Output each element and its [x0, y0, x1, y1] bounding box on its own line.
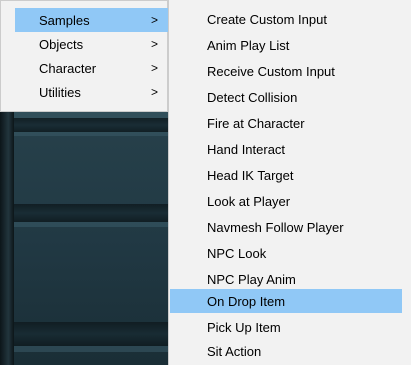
submenu-item-fire-at-character[interactable]: Fire at Character — [170, 111, 402, 135]
submenu-arrow-icon: > — [151, 37, 159, 51]
scene-band — [0, 322, 168, 346]
submenu-item-head-ik-target[interactable]: Head IK Target — [170, 163, 402, 187]
submenu-item-label: Look at Player — [207, 193, 291, 209]
submenu-item-navmesh-follow-player[interactable]: Navmesh Follow Player — [170, 215, 402, 239]
submenu-arrow-icon: > — [151, 85, 159, 99]
submenu-item-npc-look[interactable]: NPC Look — [170, 241, 402, 265]
submenu-item-label: Anim Play List — [207, 37, 290, 53]
submenu-item-detect-collision[interactable]: Detect Collision — [170, 85, 402, 109]
scene-highlight — [0, 346, 168, 352]
submenu-item-label: Receive Custom Input — [207, 63, 335, 79]
submenu-item-create-custom-input[interactable]: Create Custom Input — [170, 7, 402, 31]
scene-band — [0, 204, 168, 222]
submenu-item-label: Create Custom Input — [207, 11, 327, 27]
menu-item-label: Character — [39, 60, 97, 76]
menu-item-utilities[interactable]: Utilities > — [15, 80, 168, 104]
app-root: Samples > Objects > Character > Utilitie… — [0, 0, 411, 365]
scene-band — [0, 118, 168, 132]
scene-viewport — [0, 112, 168, 365]
submenu-item-anim-play-list[interactable]: Anim Play List — [170, 33, 402, 57]
submenu-item-npc-play-anim[interactable]: NPC Play Anim — [170, 267, 402, 291]
submenu-item-pick-up-item[interactable]: Pick Up Item — [170, 315, 402, 339]
menu-item-objects[interactable]: Objects > — [15, 32, 168, 56]
submenu-arrow-icon: > — [151, 61, 159, 75]
menu-item-label: Samples — [39, 12, 90, 28]
scene-highlight — [0, 132, 168, 136]
submenu-item-hand-interact[interactable]: Hand Interact — [170, 137, 402, 161]
scene-highlight — [0, 222, 168, 227]
submenu-item-sit-action[interactable]: Sit Action — [170, 339, 402, 363]
menu-item-character[interactable]: Character > — [15, 56, 168, 80]
submenu-item-label: Sit Action — [207, 343, 262, 359]
submenu-arrow-icon: > — [151, 13, 159, 27]
submenu-item-label: Head IK Target — [207, 167, 294, 183]
submenu-item-label: NPC Play Anim — [207, 271, 296, 287]
submenu-item-label: Fire at Character — [207, 115, 305, 131]
menu-item-samples[interactable]: Samples > — [15, 8, 168, 32]
menu-item-label: Objects — [39, 36, 84, 52]
submenu-item-look-at-player[interactable]: Look at Player — [170, 189, 402, 213]
submenu-item-label: On Drop Item — [207, 293, 286, 309]
submenu-item-label: NPC Look — [207, 245, 267, 261]
scene-post — [0, 112, 14, 365]
submenu-item-receive-custom-input[interactable]: Receive Custom Input — [170, 59, 402, 83]
samples-submenu: Create Custom Input Anim Play List Recei… — [168, 0, 411, 365]
submenu-item-label: Pick Up Item — [207, 319, 281, 335]
submenu-item-label: Navmesh Follow Player — [207, 219, 344, 235]
submenu-item-label: Detect Collision — [207, 89, 298, 105]
menu-item-label: Utilities — [39, 84, 81, 100]
submenu-item-on-drop-item[interactable]: On Drop Item — [170, 289, 402, 313]
main-menu: Samples > Objects > Character > Utilitie… — [0, 0, 168, 112]
submenu-item-label: Hand Interact — [207, 141, 286, 157]
